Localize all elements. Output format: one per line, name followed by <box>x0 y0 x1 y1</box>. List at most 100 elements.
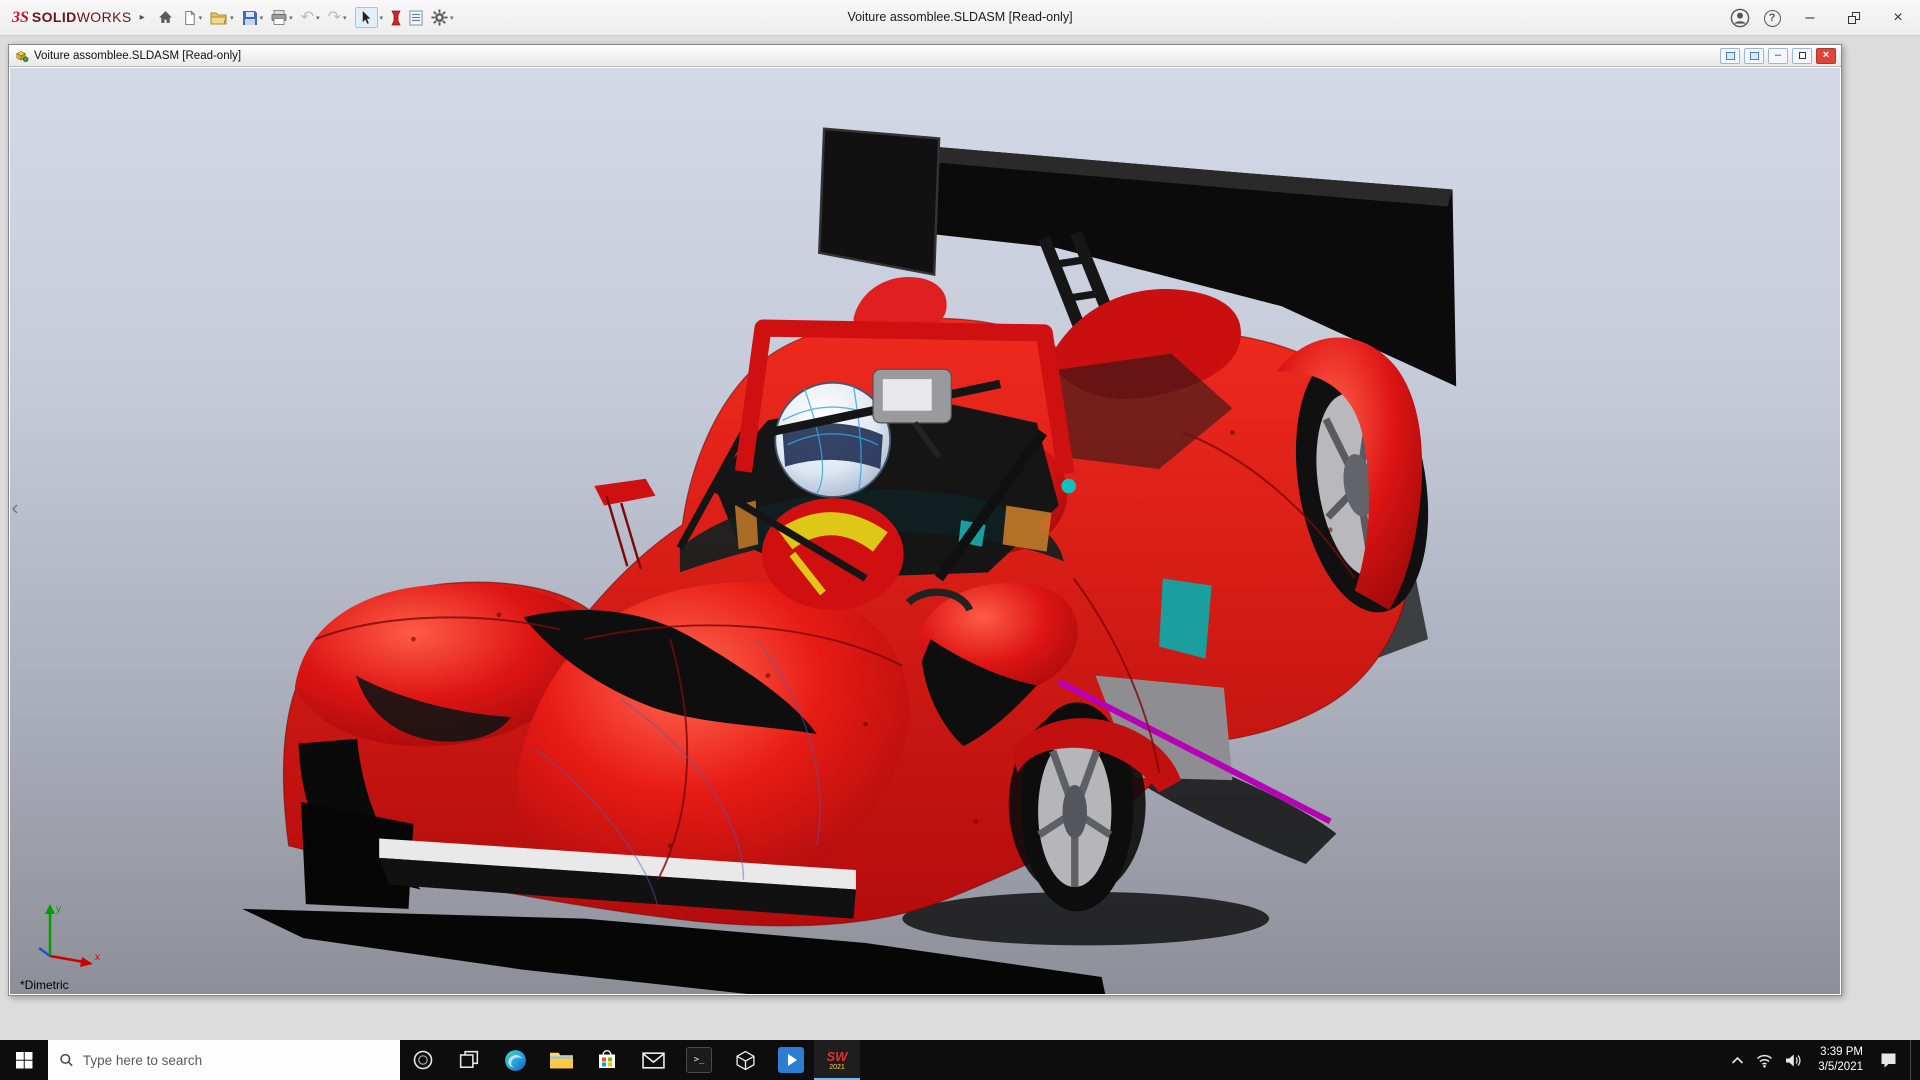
doc-restore-button[interactable] <box>1792 48 1812 64</box>
rebuild-icon <box>391 10 401 26</box>
doc-pane-button-1[interactable] <box>1720 48 1740 64</box>
restore-icon <box>1848 12 1860 24</box>
document-window-controls: – × <box>1720 48 1836 64</box>
panel-collapse-handle[interactable] <box>10 494 19 524</box>
view-orientation-label: *Dimetric <box>20 978 69 992</box>
clock-time: 3:39 PM <box>1818 1045 1863 1060</box>
task-view-button[interactable] <box>446 1040 492 1080</box>
taskbar-clock[interactable]: 3:39 PM 3/5/2021 <box>1814 1045 1867 1075</box>
clock-date: 3/5/2021 <box>1818 1060 1863 1075</box>
app-titlebar: 3S SOLID WORKS ▸ ▾ ▾ ▾ ▾ ↶ ▾ ↷ ▾ <box>0 0 1920 36</box>
save-caret-icon[interactable]: ▾ <box>260 14 264 22</box>
account-button[interactable] <box>1726 4 1754 32</box>
taskbar-search-box[interactable] <box>48 1040 400 1080</box>
brand-solid: SOLID <box>32 9 77 25</box>
help-button[interactable]: ? <box>1758 4 1786 32</box>
save-button[interactable]: ▾ <box>239 3 267 33</box>
3d-viewer-button[interactable] <box>722 1040 768 1080</box>
restore-button[interactable] <box>1832 0 1876 36</box>
show-desktop-button[interactable] <box>1910 1040 1916 1080</box>
start-button[interactable] <box>0 1040 48 1080</box>
home-button[interactable] <box>154 3 177 33</box>
restore-box-icon <box>1799 52 1806 59</box>
redo-icon: ↷ <box>328 10 341 26</box>
file-properties-button[interactable] <box>406 3 426 33</box>
print-caret-icon[interactable]: ▾ <box>289 14 293 22</box>
print-icon <box>271 10 287 25</box>
edge-button[interactable] <box>492 1040 538 1080</box>
print-button[interactable]: ▾ <box>268 3 296 33</box>
brand-works: WORKS <box>77 9 132 25</box>
select-caret-icon[interactable]: ▾ <box>380 14 384 22</box>
file-explorer-button[interactable] <box>538 1040 584 1080</box>
assembly-document-icon <box>14 49 29 63</box>
solidworks-logo: 3S SOLID WORKS <box>0 9 138 27</box>
rebuild-button[interactable] <box>388 3 404 33</box>
orientation-triad: y x <box>32 898 104 970</box>
terminal-icon: >_ <box>686 1047 712 1073</box>
options-gear-icon <box>431 9 448 26</box>
windows-taskbar: >_ SW 2021 3:39 PM 3/5/2021 <box>0 1040 1920 1080</box>
document-window: Voiture assomblee.SLDASM [Read-only] – × <box>8 44 1842 996</box>
options-caret-icon[interactable]: ▾ <box>450 14 454 22</box>
triad-y-label: y <box>56 904 61 915</box>
search-input[interactable] <box>83 1053 389 1068</box>
doc-minimize-button[interactable]: – <box>1768 48 1788 64</box>
document-title: Voiture assomblee.SLDASM [Read-only] <box>34 50 241 62</box>
mail-icon <box>642 1052 665 1069</box>
new-document-caret-icon[interactable]: ▾ <box>199 14 203 22</box>
options-button[interactable]: ▾ <box>428 3 457 33</box>
select-tool-button[interactable]: ▾ <box>352 3 387 33</box>
caption-buttons: ? – × <box>1724 0 1920 36</box>
redo-button[interactable]: ↷ ▾ <box>325 3 350 33</box>
brand-mark: 3S <box>12 9 29 27</box>
action-center-icon[interactable] <box>1879 1051 1898 1069</box>
minimize-button[interactable]: – <box>1788 0 1832 36</box>
app-window-title: Voiture assomblee.SLDASM [Read-only] <box>847 10 1072 24</box>
pane-icon <box>1750 52 1759 60</box>
3d-viewer-cube-icon <box>735 1050 756 1071</box>
new-document-button[interactable]: ▾ <box>179 3 206 33</box>
triad-x-label: x <box>95 952 100 963</box>
home-icon <box>157 9 174 26</box>
solidworks-taskbar-button[interactable]: SW 2021 <box>814 1040 860 1080</box>
undo-button[interactable]: ↶ ▾ <box>298 3 323 33</box>
open-caret-icon[interactable]: ▾ <box>230 14 234 22</box>
undo-caret-icon[interactable]: ▾ <box>316 14 320 22</box>
media-app-button[interactable] <box>768 1040 814 1080</box>
open-button[interactable]: ▾ <box>207 3 237 33</box>
task-view-icon <box>459 1050 479 1070</box>
store-button[interactable] <box>584 1040 630 1080</box>
cortana-button[interactable] <box>400 1040 446 1080</box>
media-app-icon <box>778 1047 804 1073</box>
terminal-button[interactable]: >_ <box>676 1040 722 1080</box>
search-icon <box>59 1052 74 1068</box>
document-titlebar[interactable]: Voiture assomblee.SLDASM [Read-only] – × <box>9 45 1841 67</box>
toolbar-flyout-arrow-icon[interactable]: ▸ <box>138 12 153 23</box>
mail-button[interactable] <box>630 1040 676 1080</box>
hidden-icons-chevron-icon[interactable] <box>1731 1056 1744 1065</box>
network-wifi-icon[interactable] <box>1756 1053 1773 1068</box>
volume-icon[interactable] <box>1785 1053 1802 1068</box>
undo-icon: ↶ <box>301 10 314 26</box>
system-tray: 3:39 PM 3/5/2021 <box>1721 1040 1920 1080</box>
car-3d-model[interactable] <box>10 68 1840 994</box>
select-cursor-icon <box>359 10 374 25</box>
edge-icon <box>503 1048 528 1073</box>
close-button[interactable]: × <box>1876 0 1920 36</box>
sw-year-text: 2021 <box>829 1064 845 1071</box>
file-explorer-icon <box>549 1050 574 1071</box>
doc-close-button[interactable]: × <box>1816 48 1836 64</box>
solidworks-app-icon: SW 2021 <box>827 1050 848 1071</box>
collapse-arrow-icon <box>12 504 18 514</box>
redo-caret-icon[interactable]: ▾ <box>343 14 347 22</box>
pane-icon <box>1726 52 1735 60</box>
sw-logo-text: SW <box>827 1050 848 1063</box>
graphics-viewport[interactable]: y x *Dimetric <box>10 68 1840 994</box>
doc-pane-button-2[interactable] <box>1744 48 1764 64</box>
cortana-icon <box>412 1049 434 1071</box>
open-folder-icon <box>210 11 228 25</box>
file-properties-icon <box>409 10 423 26</box>
help-icon: ? <box>1764 10 1781 27</box>
user-account-icon <box>1730 8 1750 28</box>
